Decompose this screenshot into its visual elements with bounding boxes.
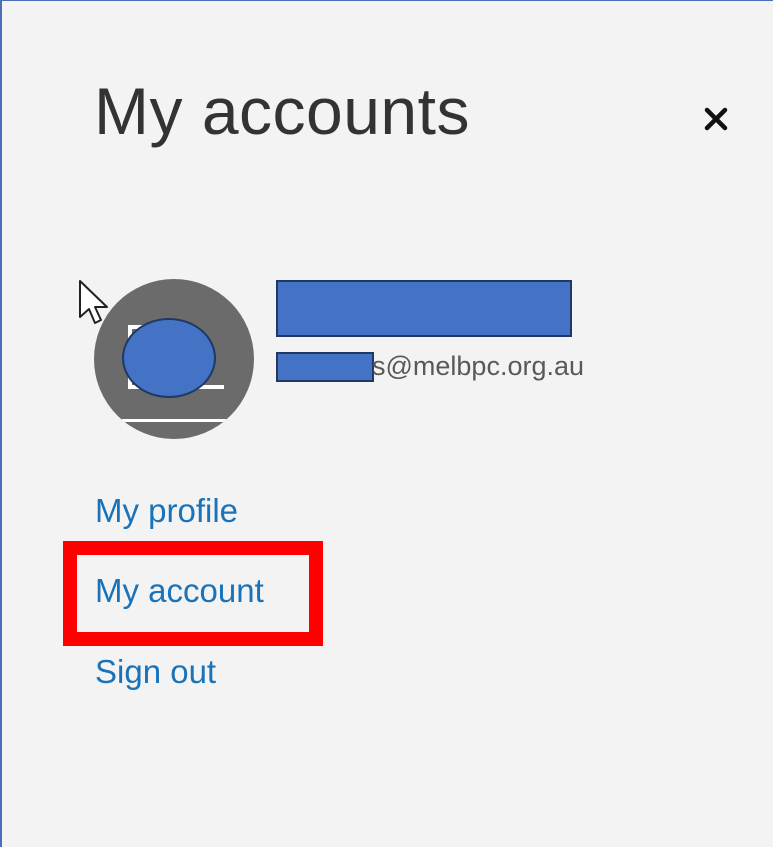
email-domain: s@melbpc.org.au <box>372 351 585 381</box>
account-email: s@melbpc.org.au <box>276 351 584 383</box>
close-button[interactable] <box>694 97 738 141</box>
my-profile-link[interactable]: My profile <box>95 491 238 531</box>
email-user-redaction <box>276 351 374 382</box>
sign-out-link[interactable]: Sign out <box>95 652 216 692</box>
mouse-pointer-icon <box>79 280 108 324</box>
close-icon <box>704 107 728 131</box>
my-account-link[interactable]: My account <box>95 571 264 611</box>
account-name-redaction <box>276 280 572 337</box>
my-accounts-panel: My accounts s@melbpc.org.au My profile M… <box>0 0 773 847</box>
avatar <box>94 279 254 439</box>
avatar-redaction <box>122 318 216 398</box>
page-title: My accounts <box>94 74 470 148</box>
